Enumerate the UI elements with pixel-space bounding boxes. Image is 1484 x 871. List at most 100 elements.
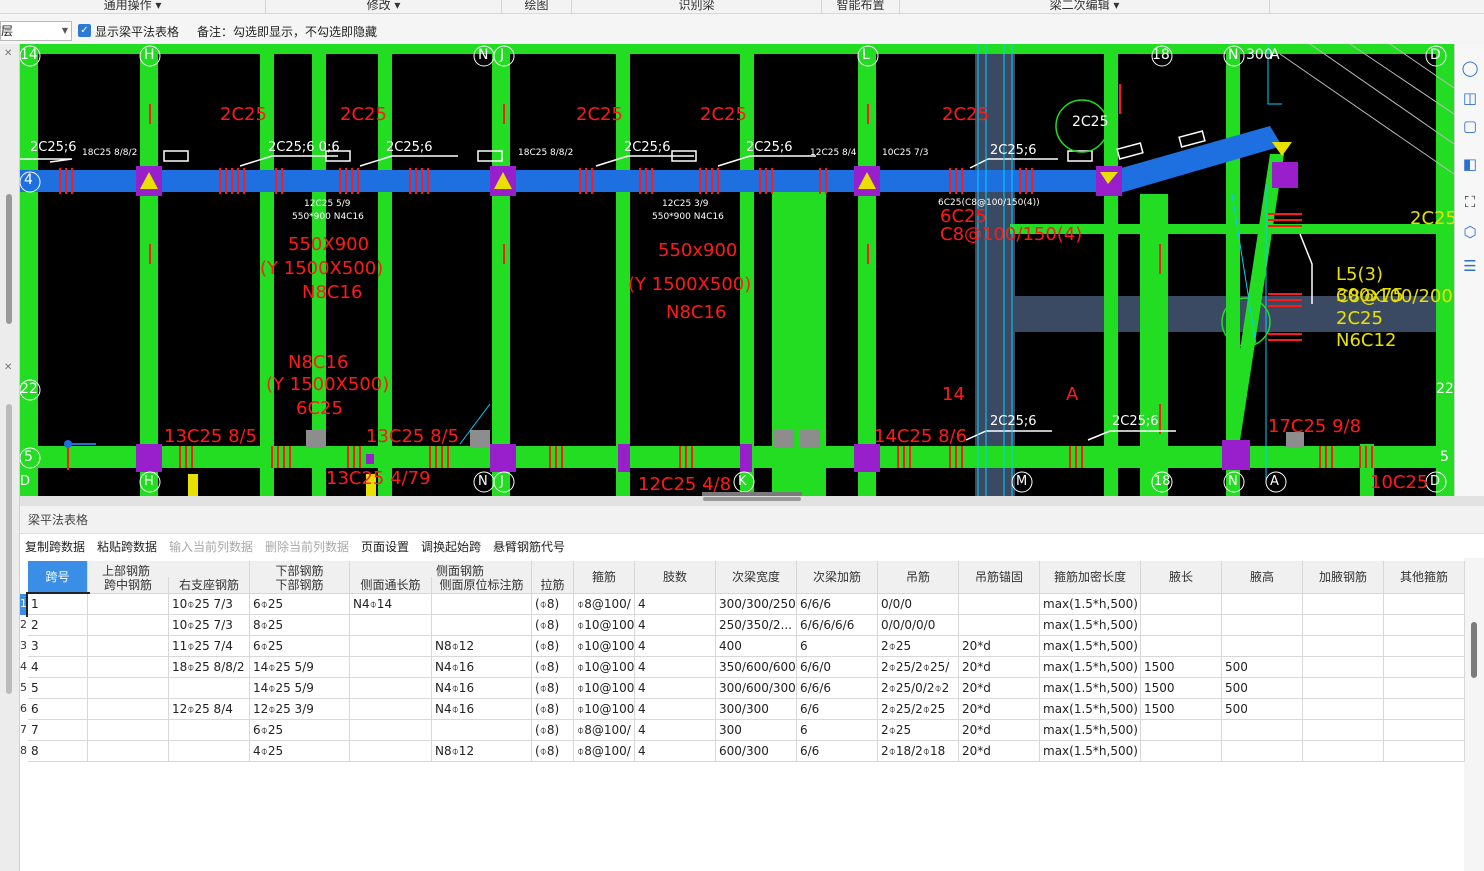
cad-drawing-canvas[interactable]: 14 H N J L 18 N 300 A D 4 22 5 22 5 D H … [20, 44, 1454, 496]
col-header-legs[interactable]: 肢数 [635, 561, 716, 594]
table-cell[interactable] [1384, 678, 1465, 699]
table-cell[interactable]: 2⌽25 [878, 636, 959, 657]
table-cell[interactable]: 6/6/0 [797, 657, 878, 678]
table-cell[interactable] [88, 699, 169, 720]
table-cell[interactable]: 6 [28, 699, 88, 720]
ribbon-group-common[interactable]: 通用操作 ▾ [0, 0, 266, 14]
col-header-secondary-add[interactable]: 次梁加筋 [797, 561, 878, 594]
table-cell[interactable] [1222, 615, 1303, 636]
table-cell[interactable]: 6/6 [797, 699, 878, 720]
row-number[interactable]: 6 [20, 699, 28, 720]
close-icon[interactable]: ✕ [4, 48, 12, 59]
table-cell[interactable]: N8⌽12 [432, 636, 532, 657]
table-cell[interactable] [1141, 720, 1222, 741]
table-cell[interactable]: 8⌽25 [250, 615, 350, 636]
table-cell[interactable]: 1500 [1141, 699, 1222, 720]
table-cell[interactable]: 20*d [959, 741, 1040, 762]
scroll-thumb[interactable] [1471, 622, 1477, 678]
table-cell[interactable]: 2⌽25/2⌽25/ [878, 657, 959, 678]
table-cell[interactable]: 2⌽25/0/2⌽2 [878, 678, 959, 699]
col-header-right-support[interactable]: 右支座钢筋 [169, 577, 250, 594]
table-cell[interactable]: N4⌽14 [350, 594, 432, 615]
table-cell[interactable]: 6/6/6 [797, 678, 878, 699]
swap-start-span-button[interactable]: 调换起始跨 [421, 538, 481, 555]
table-cell[interactable] [1222, 720, 1303, 741]
table-cell[interactable]: (⌽8) [532, 657, 574, 678]
col-header-mid-rebar[interactable]: 跨中钢筋 [88, 577, 169, 594]
table-cell[interactable]: N8⌽12 [432, 741, 532, 762]
splitter-grip[interactable] [703, 497, 801, 501]
table-cell[interactable]: 4 [635, 657, 716, 678]
delete-column-button[interactable]: 删除当前列数据 [265, 538, 349, 555]
table-cell[interactable] [1303, 720, 1384, 741]
table-cell[interactable]: 6 [797, 720, 878, 741]
table-cell[interactable]: max(1.5*h,500) [1040, 636, 1141, 657]
table-cell[interactable]: max(1.5*h,500) [1040, 678, 1141, 699]
table-cell[interactable] [1222, 636, 1303, 657]
col-header-side-through[interactable]: 侧面通长筋 [350, 577, 432, 594]
fullscreen-icon[interactable]: ⛶ [1460, 192, 1480, 212]
col-header-hanger-anchor[interactable]: 吊筋锚固 [959, 561, 1040, 594]
table-cell[interactable]: max(1.5*h,500) [1040, 594, 1141, 615]
row-number[interactable]: 7 [20, 720, 28, 741]
ribbon-group-smart[interactable]: 智能布置 [822, 0, 900, 14]
input-column-button[interactable]: 输入当前列数据 [169, 538, 253, 555]
table-cell[interactable]: ⌽10@100 [574, 615, 635, 636]
table-cell[interactable]: 6⌽25 [250, 720, 350, 741]
table-cell[interactable] [1384, 720, 1465, 741]
table-cell[interactable]: ⌽10@100 [574, 678, 635, 699]
table-cell[interactable]: 20*d [959, 720, 1040, 741]
dock-scroll-thumb[interactable] [6, 404, 12, 694]
table-cell[interactable]: 300 [716, 720, 797, 741]
table-cell[interactable]: 4 [635, 615, 716, 636]
show-table-checkbox[interactable]: ✓ [78, 24, 91, 37]
table-cell[interactable]: ⌽10@100 [574, 657, 635, 678]
row-number[interactable]: 2 [20, 615, 28, 636]
table-cell[interactable] [432, 720, 532, 741]
table-cell[interactable]: 20*d [959, 699, 1040, 720]
table-cell[interactable]: 4 [635, 678, 716, 699]
table-cell[interactable]: 4 [28, 657, 88, 678]
table-cell[interactable] [1384, 699, 1465, 720]
table-cell[interactable]: 400 [716, 636, 797, 657]
table-cell[interactable]: 300/300/250 [716, 594, 797, 615]
table-cell[interactable] [1222, 594, 1303, 615]
table-cell[interactable]: 250/350/2... [716, 615, 797, 636]
table-cell[interactable] [88, 594, 169, 615]
table-cell[interactable]: 2 [28, 615, 88, 636]
table-cell[interactable] [1222, 741, 1303, 762]
table-cell[interactable]: 6⌽25 [250, 636, 350, 657]
table-cell[interactable]: 1500 [1141, 678, 1222, 699]
row-number[interactable]: 1 [20, 594, 28, 615]
table-cell[interactable]: 500 [1222, 657, 1303, 678]
table-cell[interactable] [1384, 636, 1465, 657]
col-header-tie[interactable]: 拉筋 [532, 577, 574, 594]
table-cell[interactable] [432, 594, 532, 615]
table-cell[interactable]: 2⌽25 [878, 720, 959, 741]
table-cell[interactable] [1303, 678, 1384, 699]
table-cell[interactable] [1303, 741, 1384, 762]
table-cell[interactable]: max(1.5*h,500) [1040, 615, 1141, 636]
table-cell[interactable]: ⌽10@100 [574, 636, 635, 657]
table-cell[interactable]: 6⌽25 [250, 594, 350, 615]
table-cell[interactable]: 500 [1222, 678, 1303, 699]
table-cell[interactable]: 10⌽25 7/3 [169, 594, 250, 615]
table-cell[interactable] [88, 615, 169, 636]
properties-icon[interactable]: ☰ [1460, 256, 1480, 276]
table-cell[interactable]: 2⌽18/2⌽18 [878, 741, 959, 762]
table-cell[interactable]: max(1.5*h,500) [1040, 657, 1141, 678]
table-cell[interactable] [350, 720, 432, 741]
table-cell[interactable] [88, 678, 169, 699]
table-cell[interactable]: N4⌽16 [432, 699, 532, 720]
table-cell[interactable]: ⌽8@100/ [574, 741, 635, 762]
table-cell[interactable]: 7 [28, 720, 88, 741]
row-number[interactable]: 4 [20, 657, 28, 678]
solid-icon[interactable]: ◧ [1460, 154, 1480, 174]
col-header-haunch-length[interactable]: 腋长 [1141, 561, 1222, 594]
table-cell[interactable] [1141, 636, 1222, 657]
ribbon-group-secondary-edit[interactable]: 梁二次编辑 ▾ [900, 0, 1270, 14]
panel-splitter[interactable] [20, 496, 1484, 506]
orbit-icon[interactable]: ◯ [1460, 58, 1480, 78]
table-cell[interactable] [88, 720, 169, 741]
table-cell[interactable]: max(1.5*h,500) [1040, 720, 1141, 741]
